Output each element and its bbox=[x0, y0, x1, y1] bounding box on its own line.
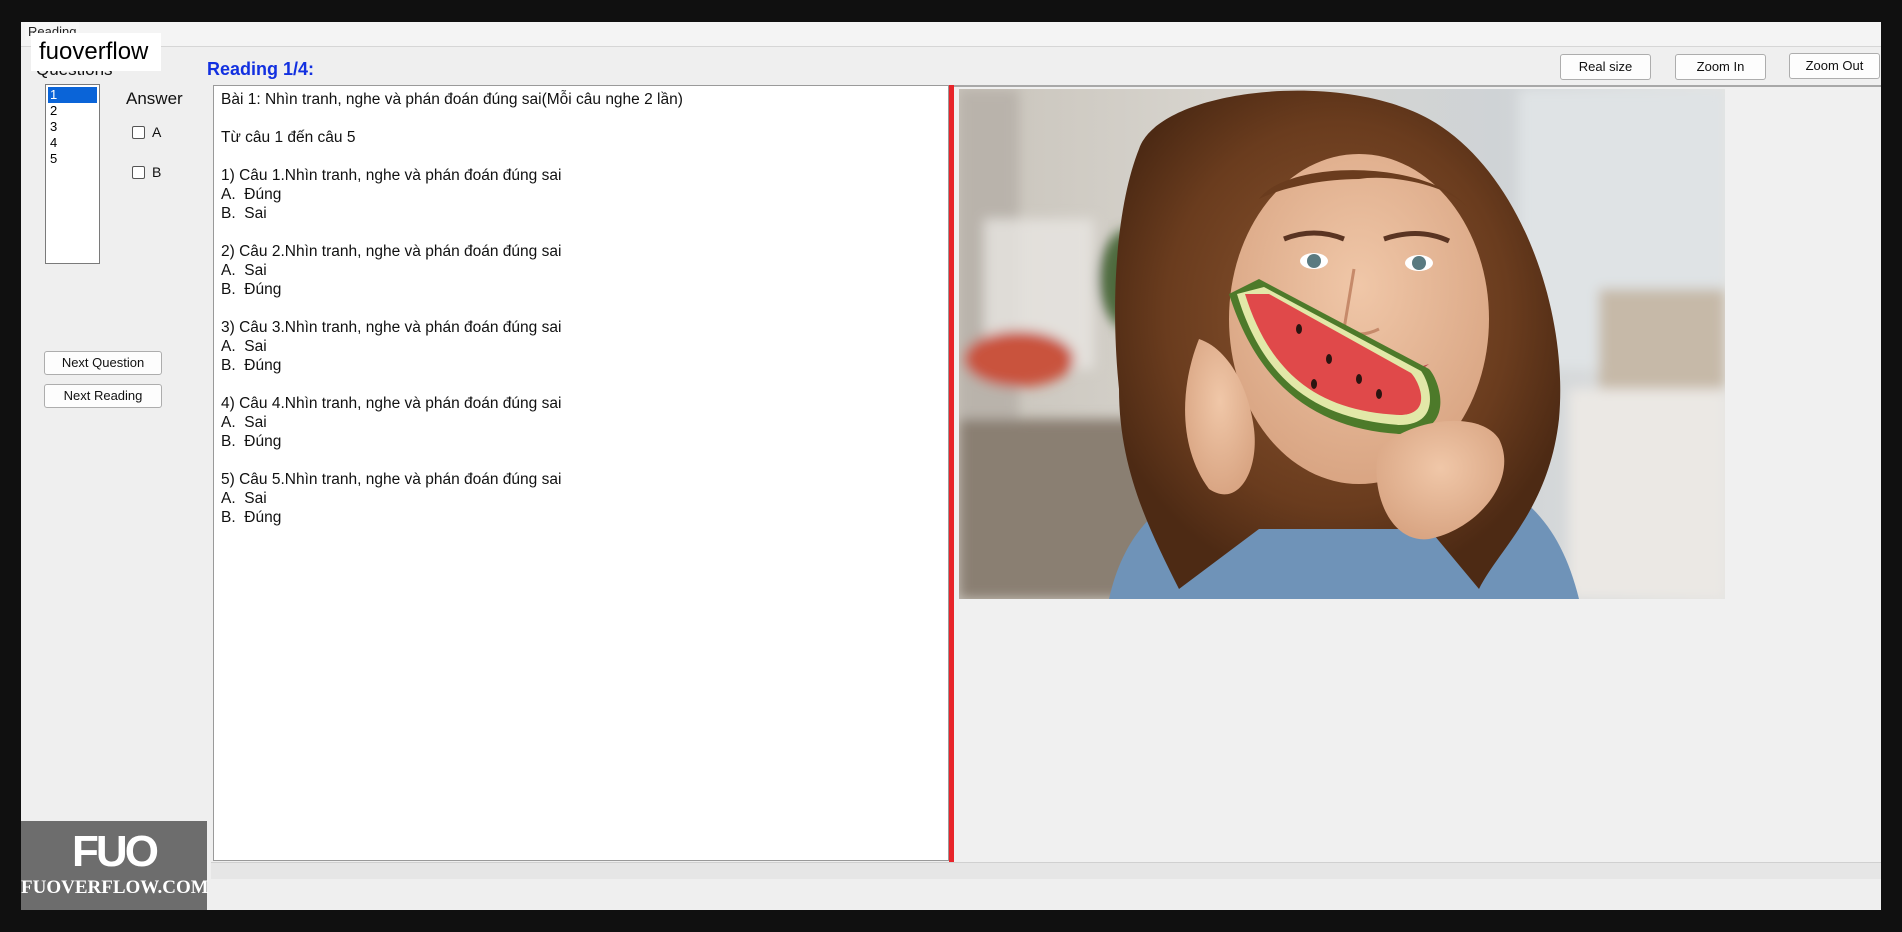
next-reading-button[interactable]: Next Reading bbox=[44, 384, 162, 408]
reading-title: Reading 1/4: bbox=[207, 59, 315, 79]
reading-heading: Bài 1: Nhìn tranh, nghe và phán đoán đún… bbox=[221, 91, 683, 108]
question-block-5: 5) Câu 5.Nhìn tranh, nghe và phán đoán đ… bbox=[221, 471, 562, 526]
question-block-2: 2) Câu 2.Nhìn tranh, nghe và phán đoán đ… bbox=[221, 243, 562, 298]
tab-strip: Reading bbox=[21, 22, 1881, 47]
question-block-4: 4) Câu 4.Nhìn tranh, nghe và phán đoán đ… bbox=[221, 395, 562, 450]
answer-a-checkbox[interactable] bbox=[132, 125, 145, 139]
zoom-in-button[interactable]: Zoom In bbox=[1675, 54, 1766, 80]
reading-text-panel[interactable]: Bài 1: Nhìn tranh, nghe và phán đoán đún… bbox=[213, 85, 949, 861]
next-question-button[interactable]: Next Question bbox=[44, 351, 162, 375]
question-item-4[interactable]: 4 bbox=[48, 135, 97, 151]
question-item-3[interactable]: 3 bbox=[48, 119, 97, 135]
reading-range: Từ câu 1 đến câu 5 bbox=[221, 129, 356, 146]
answer-option-a[interactable]: A bbox=[132, 124, 161, 140]
question-photo bbox=[959, 89, 1725, 599]
fuoverflow-watermark: fuoverflow bbox=[31, 33, 161, 71]
answer-a-label: A bbox=[152, 124, 162, 140]
answer-b-label: B bbox=[152, 164, 162, 180]
answer-option-b[interactable]: B bbox=[132, 164, 161, 180]
question-item-5[interactable]: 5 bbox=[48, 151, 97, 167]
horizontal-scrollbar[interactable] bbox=[211, 862, 1881, 879]
question-block-1: 1) Câu 1.Nhìn tranh, nghe và phán đoán đ… bbox=[221, 167, 562, 222]
answer-label: Answer bbox=[126, 89, 183, 108]
question-item-1[interactable]: 1 bbox=[48, 87, 97, 103]
fuoverflow-logo-box: FUO FUOVERFLOW.COM bbox=[21, 821, 209, 910]
app-window: Reading Questions fuoverflow 1 2 3 4 5 A… bbox=[21, 22, 1881, 910]
answer-b-checkbox[interactable] bbox=[132, 165, 145, 179]
zoom-out-button[interactable]: Zoom Out bbox=[1789, 53, 1880, 79]
question-item-2[interactable]: 2 bbox=[48, 103, 97, 119]
image-panel[interactable] bbox=[954, 85, 1881, 863]
question-list[interactable]: 1 2 3 4 5 bbox=[45, 84, 100, 264]
real-size-button[interactable]: Real size bbox=[1560, 54, 1651, 80]
fuoverflow-site-label: FUOVERFLOW.COM bbox=[21, 877, 209, 898]
fuo-logo: FUO bbox=[72, 827, 159, 876]
question-block-3: 3) Câu 3.Nhìn tranh, nghe và phán đoán đ… bbox=[221, 319, 562, 374]
